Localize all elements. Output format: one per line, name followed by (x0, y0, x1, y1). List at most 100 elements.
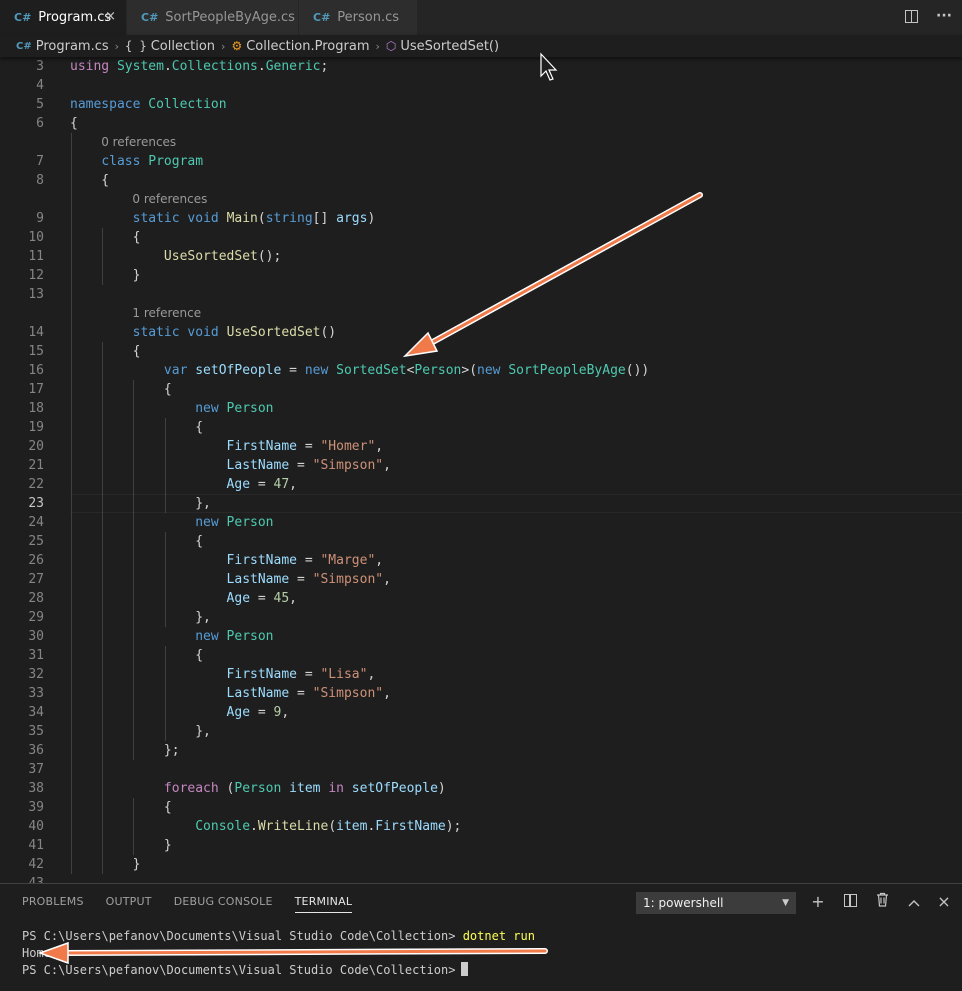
code-text: { (70, 173, 110, 188)
code-text: static void UseSortedSet() (132, 325, 337, 340)
indent-guide (102, 342, 104, 874)
code-line: 27 LastName = "Simpson", (0, 570, 962, 589)
code-line: 41 } (0, 836, 962, 855)
chevron-right-icon: › (375, 39, 380, 53)
close-panel-icon[interactable]: × (934, 892, 954, 911)
method-icon: ⬡ (385, 39, 397, 53)
tab-output[interactable]: OUTPUT (106, 895, 152, 913)
code-line: 24 new Person (0, 513, 962, 532)
line-number: 42 (28, 857, 44, 872)
code-line: 19 { (0, 418, 962, 437)
code-text: { (70, 344, 141, 359)
code-line: 20 FirstName = "Homer", (0, 437, 962, 456)
line-number: 43 (0, 874, 44, 883)
line-number: 24 (28, 515, 44, 530)
more-actions-icon[interactable]: ··· (936, 8, 952, 24)
code-line: 39 { (0, 798, 962, 817)
line-number: 39 (28, 800, 44, 815)
code-text: LastName = "Simpson", (226, 686, 391, 701)
new-terminal-icon[interactable]: + (808, 892, 828, 911)
code-text: { (70, 230, 141, 245)
code-text: new Person (195, 401, 274, 416)
indent-guide (164, 646, 166, 741)
split-terminal-icon[interactable] (840, 892, 860, 911)
tab-problems[interactable]: PROBLEMS (22, 895, 84, 913)
codelens-references[interactable]: 1 reference (132, 304, 201, 323)
code-line: 12 } (0, 266, 962, 285)
line-number: 27 (28, 572, 44, 587)
breadcrumb-file[interactable]: Program.cs (36, 39, 109, 54)
line-number: 9 (36, 211, 44, 226)
code-text: FirstName = "Lisa", (226, 667, 376, 682)
line-number: 16 (28, 363, 44, 378)
code-line: 4 (0, 76, 962, 95)
code-text: Console.WriteLine(item.FirstName); (195, 819, 462, 834)
code-line: 13 (0, 285, 962, 304)
code-line: 3 using System.Collections.Generic; (0, 57, 962, 76)
code-line: 42 } (0, 855, 962, 874)
line-number: 32 (28, 667, 44, 682)
breadcrumb-method[interactable]: UseSortedSet() (400, 39, 499, 54)
code-text: { (70, 800, 172, 815)
code-line: 32 FirstName = "Lisa", (0, 665, 962, 684)
indent-guide (164, 418, 166, 513)
code-line: 33 LastName = "Simpson", (0, 684, 962, 703)
code-line: 23 }, (0, 494, 962, 513)
line-number: 33 (28, 686, 44, 701)
breadcrumb-namespace[interactable]: Collection (151, 39, 215, 54)
line-number: 30 (28, 629, 44, 644)
maximize-panel-icon[interactable] (904, 892, 924, 911)
csharp-file-icon: C# (141, 11, 159, 24)
tab-label: Program.cs (38, 10, 112, 25)
terminal-output[interactable]: PS C:\Users\pefanov\Documents\Visual Stu… (22, 928, 535, 979)
tab-program-cs[interactable]: C# Program.cs × (0, 0, 127, 35)
tab-person-cs[interactable]: C# Person.cs (299, 0, 418, 35)
code-text: { (70, 420, 204, 435)
terminal-prompt: PS C:\Users\pefanov\Documents\Visual Stu… (22, 929, 463, 943)
line-number: 40 (28, 819, 44, 834)
split-editor-icon[interactable] (905, 10, 919, 23)
code-text: Age = 47, (226, 477, 297, 492)
code-text: LastName = "Simpson", (226, 572, 391, 587)
code-text: FirstName = "Homer", (226, 439, 384, 454)
tab-label: SortPeopleByAge.cs (165, 10, 295, 25)
codelens-references[interactable]: 0 references (101, 133, 176, 152)
line-number: 13 (28, 287, 44, 302)
line-number: 23 (28, 496, 44, 511)
line-number: 12 (28, 268, 44, 283)
code-text: } (70, 857, 141, 872)
bottom-panel: PROBLEMS OUTPUT DEBUG CONSOLE TERMINAL 1… (0, 883, 962, 991)
code-line: 6{ (0, 114, 962, 133)
tab-debug-console[interactable]: DEBUG CONSOLE (174, 895, 273, 913)
close-icon[interactable]: × (105, 9, 116, 24)
trash-icon[interactable] (872, 892, 892, 911)
indent-guide (133, 380, 135, 760)
line-number: 7 (36, 154, 44, 169)
breadcrumb: C# Program.cs › { } Collection › ⚙ Colle… (0, 35, 962, 57)
chevron-right-icon: › (221, 39, 226, 53)
tab-sortpeoplebyage-cs[interactable]: C# SortPeopleByAge.cs (127, 0, 299, 35)
code-line: 7 class Program (0, 152, 962, 171)
code-line: 16 var setOfPeople = new SortedSet<Perso… (0, 361, 962, 380)
code-text: var setOfPeople = new SortedSet<Person>(… (163, 363, 650, 378)
panel-tabs: PROBLEMS OUTPUT DEBUG CONSOLE TERMINAL (22, 895, 374, 913)
code-text: { (70, 648, 204, 663)
tab-label: Person.cs (337, 10, 400, 25)
line-number: 41 (28, 838, 44, 853)
tab-terminal[interactable]: TERMINAL (294, 895, 353, 913)
terminal-select[interactable]: 1: powershell ▼ (636, 892, 796, 914)
breadcrumb-class[interactable]: Collection.Program (246, 39, 369, 54)
terminal-prompt: PS C:\Users\pefanov\Documents\Visual Stu… (22, 963, 456, 977)
codelens-references[interactable]: 0 references (132, 190, 207, 209)
indent-guide (71, 133, 72, 874)
indent-guide (164, 532, 166, 627)
code-text: }, (70, 610, 211, 625)
chevron-right-icon: › (114, 39, 120, 53)
terminal-cursor (461, 962, 469, 976)
line-number: 4 (36, 78, 44, 93)
code-editor[interactable]: 3 using System.Collections.Generic; 4 5 name… (0, 57, 962, 883)
line-number: 29 (28, 610, 44, 625)
line-number: 21 (28, 458, 44, 473)
code-line: 21 LastName = "Simpson", (0, 456, 962, 475)
line-number: 22 (28, 477, 44, 492)
